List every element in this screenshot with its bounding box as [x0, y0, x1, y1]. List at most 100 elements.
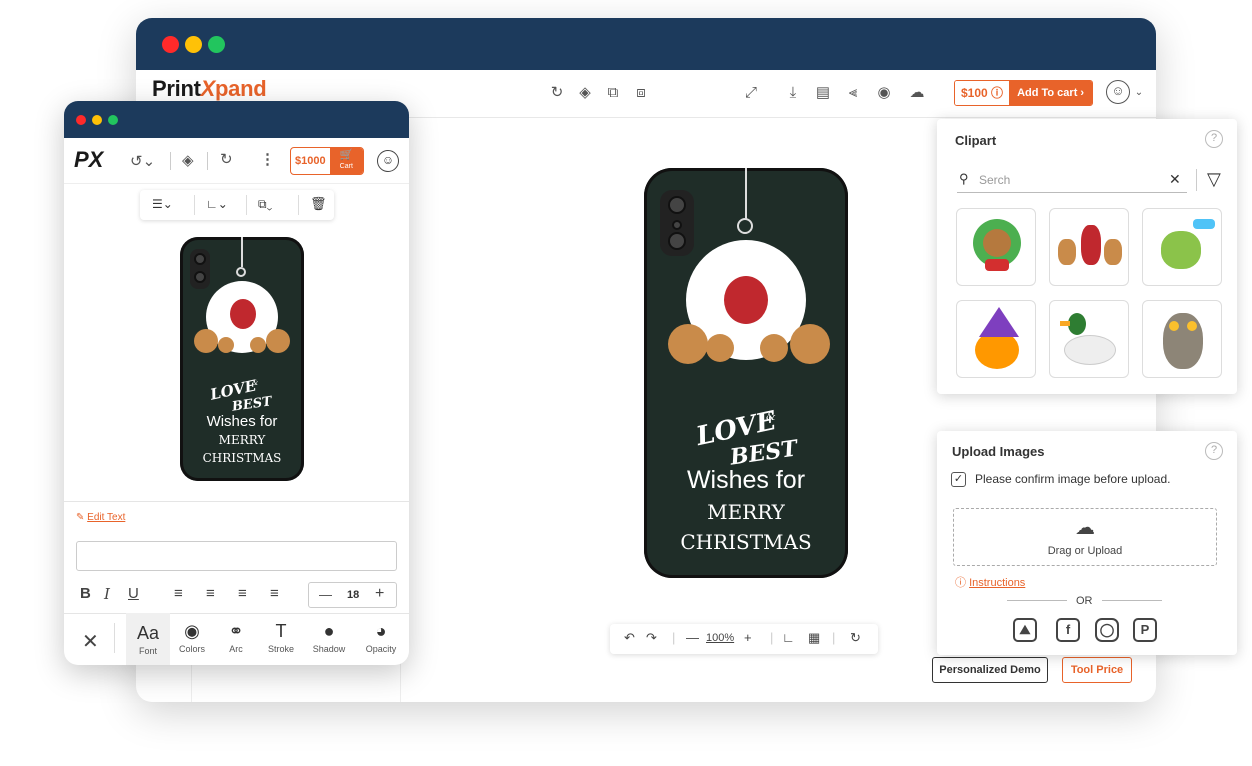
align-toolbar: ☰⌄ ∟⌄ ⧉⌄ 🗑 [140, 190, 334, 220]
user-avatar-icon[interactable]: ☺ [1106, 80, 1130, 104]
close-dot[interactable] [162, 36, 179, 53]
align-left-icon[interactable]: ☰⌄ [152, 197, 173, 211]
confirm-checkbox[interactable]: ✓ [951, 472, 966, 487]
cloud-settings-icon[interactable]: ☁ [906, 82, 928, 104]
align-justify-button[interactable]: ≡ [270, 585, 279, 602]
zoom-out-icon[interactable]: — [686, 630, 699, 645]
undo-icon[interactable]: ↶ [624, 630, 635, 646]
arrange-front-icon[interactable]: ⧉ [602, 82, 624, 104]
help-icon[interactable]: ? [1205, 442, 1223, 460]
underline-button[interactable]: U [128, 585, 139, 602]
clipart-search-input[interactable]: ⚲ Serch ✕ [957, 167, 1187, 193]
user-avatar-icon[interactable]: ☺ [377, 150, 399, 172]
align-left-button[interactable]: ≡ [174, 585, 183, 602]
reset-icon[interactable]: ↻ [850, 630, 861, 646]
clipart-item[interactable] [1142, 208, 1222, 286]
cloud-upload-icon: ☁ [1075, 517, 1095, 539]
tool-shadow[interactable]: ● Shadow [307, 613, 351, 665]
history-icon[interactable]: ↺⌄ [130, 152, 155, 170]
ruler-icon[interactable]: ∟ [782, 630, 795, 645]
rotate-icon[interactable]: ↻ [220, 150, 233, 168]
fullscreen-icon[interactable]: ⤢ [740, 82, 762, 104]
position-icon[interactable]: ∟⌄ [206, 197, 228, 211]
brand-logo: PrintXpand [152, 76, 267, 101]
download-icon[interactable]: ⤓ [782, 82, 804, 104]
clipart-panel: Clipart ? ⚲ Serch ✕ ▽ [937, 119, 1237, 394]
arrange-back-icon[interactable]: ⧈ [630, 82, 652, 104]
clipart-item[interactable] [1142, 300, 1222, 378]
confirm-label: Please confirm image before upload. [975, 472, 1171, 486]
design-text-wishes: Wishes for [686, 466, 806, 494]
italic-button[interactable]: I [104, 585, 110, 603]
help-icon[interactable]: ? [1205, 130, 1223, 148]
santa-figure [724, 276, 768, 324]
more-menu-icon[interactable]: ⋮ [260, 150, 275, 168]
minimize-dot[interactable] [185, 36, 202, 53]
preview-eye-icon[interactable]: ◉ [873, 82, 895, 104]
reindeer-figure [218, 337, 234, 353]
redo-icon[interactable]: ↷ [646, 630, 657, 646]
maximize-dot[interactable] [208, 36, 225, 53]
tool-price-button[interactable]: Tool Price [1062, 657, 1132, 683]
tool-opacity[interactable]: ◕ Opacity [359, 613, 403, 665]
close-icon[interactable]: ✕ [82, 629, 99, 654]
font-size-value: 18 [347, 589, 360, 601]
add-to-cart-label: Add To cart › [1009, 81, 1093, 105]
align-center-button[interactable]: ≡ [206, 585, 215, 602]
clipart-item[interactable] [956, 300, 1036, 378]
grid-icon[interactable]: ▦ [808, 630, 820, 646]
phone-case-preview[interactable]: LOVE & BEST Wishes for MERRY CHRISTMAS [644, 168, 848, 578]
mobile-cart-button[interactable]: $1000 🛒 Cart [290, 147, 364, 175]
tool-arc[interactable]: ⚭ Arc [214, 613, 258, 665]
clear-search-icon[interactable]: ✕ [1169, 171, 1181, 188]
minimize-dot[interactable] [92, 115, 102, 125]
design-text-christmas: CHRISTMAS [202, 451, 282, 465]
rotate-icon[interactable]: ↻ [546, 82, 568, 104]
pinterest-icon[interactable]: P [1133, 618, 1157, 642]
gallery-icon[interactable]: ⛰ [1013, 618, 1037, 642]
clipart-item[interactable] [1049, 208, 1129, 286]
zoom-in-icon[interactable]: + [744, 630, 752, 645]
maximize-dot[interactable] [108, 115, 118, 125]
filter-icon[interactable]: ▽ [1207, 169, 1221, 190]
layers-icon[interactable]: ◈ [182, 151, 194, 169]
share-icon[interactable]: ⫷ [842, 82, 864, 104]
pencil-icon: ✎ [76, 512, 85, 523]
santa-figure [230, 299, 256, 329]
instagram-icon[interactable]: ◯ [1095, 618, 1119, 642]
decrease-icon[interactable]: — [319, 587, 332, 602]
chevron-down-icon[interactable]: ⌄ [1128, 82, 1150, 104]
clipart-item[interactable] [956, 208, 1036, 286]
mobile-price: $1000 [295, 155, 326, 167]
mobile-phone-case-preview[interactable]: LOVE & BEST Wishes for MERRY CHRISTMAS [180, 237, 304, 481]
add-to-cart-button[interactable]: $100 ⓘ Add To cart › [954, 80, 1094, 106]
arrange-icon[interactable]: ⧉⌄ [258, 197, 272, 212]
zoom-level[interactable]: 100% [706, 632, 734, 644]
layers-icon[interactable]: ◈ [574, 82, 596, 104]
design-text-wishes: Wishes for [206, 413, 278, 430]
text-input[interactable] [76, 541, 397, 571]
bold-button[interactable]: B [80, 585, 91, 602]
tool-font[interactable]: Aa Font [126, 613, 170, 665]
align-right-button[interactable]: ≡ [238, 585, 247, 602]
shadow-icon: ● [323, 621, 335, 641]
drag-upload-label: Drag or Upload [1047, 545, 1123, 557]
increase-icon[interactable]: + [375, 585, 384, 603]
tool-stroke[interactable]: T Stroke [259, 613, 303, 665]
clipart-item[interactable] [1049, 300, 1129, 378]
font-icon: Aa [136, 623, 160, 643]
info-icon: ⓘ [955, 577, 966, 589]
camera-module [660, 190, 694, 256]
font-size-stepper[interactable]: — 18 + [308, 582, 397, 608]
save-icon[interactable]: ▤ [812, 82, 834, 104]
upload-title: Upload Images [952, 444, 1045, 459]
tool-colors[interactable]: ◉ Colors [170, 613, 214, 665]
close-dot[interactable] [76, 115, 86, 125]
edit-text-link[interactable]: ✎ Edit Text [76, 512, 125, 523]
drop-zone[interactable]: ☁ Drag or Upload [953, 508, 1217, 566]
instructions-link[interactable]: ⓘ Instructions [955, 574, 1025, 590]
personalized-demo-button[interactable]: Personalized Demo [932, 657, 1048, 683]
facebook-icon[interactable]: f [1056, 618, 1080, 642]
design-text-merry: MERRY [218, 433, 266, 447]
delete-icon[interactable]: 🗑 [310, 196, 327, 212]
